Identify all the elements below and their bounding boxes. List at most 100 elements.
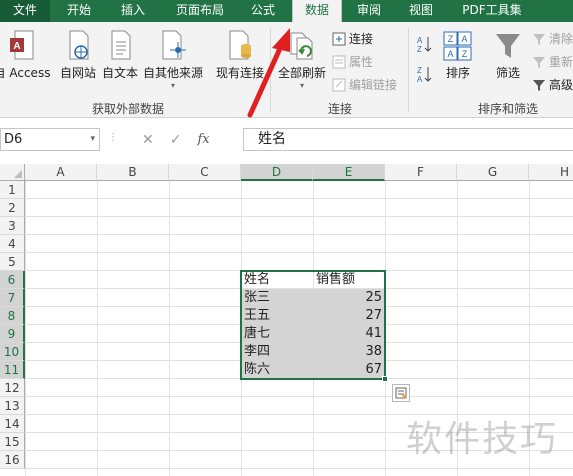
row-header-11[interactable]: 11 — [0, 361, 25, 379]
filter-label: 筛选 — [495, 66, 520, 80]
row-header-10[interactable]: 10 — [0, 343, 25, 361]
group-separator — [270, 28, 271, 112]
sort-ascending-button[interactable]: AZ — [416, 34, 432, 54]
clear-filter-button[interactable]: 清除 — [532, 30, 573, 47]
svg-text:A: A — [417, 75, 423, 84]
drag-handle-icon[interactable]: ⋮ — [108, 132, 118, 143]
formula-bar: D6 ▾ ⋮ ✕ ✓ fx 姓名 — [0, 118, 573, 164]
sort-descending-button[interactable]: ZA — [416, 64, 432, 84]
row-header-9[interactable]: 9 — [0, 325, 25, 343]
column-header-d[interactable]: D — [241, 164, 313, 181]
from-text-label: 自文本 — [101, 66, 138, 80]
tab-formulas[interactable]: 公式 — [240, 0, 286, 22]
row-header-2[interactable]: 2 — [0, 199, 25, 217]
from-other-sources-label: 自其他来源 — [142, 66, 203, 80]
column-header-h[interactable]: H — [529, 164, 573, 181]
svg-text:Z: Z — [417, 66, 422, 75]
sort-za-icon: ZA — [417, 66, 432, 84]
from-text-button[interactable]: 自文本 — [100, 30, 140, 81]
column-header-b[interactable]: B — [97, 164, 169, 181]
tab-file[interactable]: 文件 — [0, 0, 50, 22]
ribbon-tab-bar: 文件 开始 插入 页面布局 公式 数据 审阅 视图 PDF工具集 — [0, 0, 573, 23]
column-header-a[interactable]: A — [25, 164, 97, 181]
column-header-c[interactable]: C — [169, 164, 241, 181]
from-web-label: 自网站 — [59, 66, 96, 80]
advanced-filter-label: 高级 — [549, 78, 573, 92]
column-header-g[interactable]: G — [457, 164, 529, 181]
svg-text:A: A — [417, 36, 423, 45]
quick-analysis-icon — [395, 387, 407, 399]
web-page-icon — [69, 30, 89, 60]
tab-data[interactable]: 数据 — [292, 0, 342, 23]
other-sources-icon — [162, 30, 186, 60]
tab-review[interactable]: 审阅 — [346, 0, 392, 22]
row-header-13[interactable]: 13 — [0, 397, 25, 415]
tab-view[interactable]: 视图 — [398, 0, 444, 22]
access-icon: A — [10, 30, 34, 60]
sort-label: 排序 — [445, 66, 470, 80]
connections-button[interactable]: 连接 — [332, 30, 373, 47]
refresh-all-button[interactable]: 全部刷新 ▾ — [274, 30, 330, 90]
ribbon: A 自 Access 自网站 自文本 自其他来源 ▾ — [0, 22, 573, 118]
insert-function-icon[interactable]: fx — [197, 132, 209, 147]
cancel-icon[interactable]: ✕ — [142, 132, 154, 148]
watermark-text: 软件技巧 — [406, 419, 559, 460]
group-label-sort-filter: 排序和筛选 — [478, 102, 539, 116]
sort-icon: Z A A Z — [443, 31, 472, 61]
name-box[interactable]: D6 ▾ — [0, 128, 100, 151]
row-header-1[interactable]: 1 — [0, 181, 25, 199]
from-other-sources-button[interactable]: 自其他来源 ▾ — [142, 30, 204, 90]
from-web-button[interactable]: 自网站 — [58, 30, 98, 81]
tab-insert[interactable]: 插入 — [108, 0, 158, 22]
from-access-label: 自 Access — [0, 66, 51, 80]
from-access-button[interactable]: A 自 Access — [0, 30, 52, 81]
sort-button[interactable]: Z A A Z 排序 — [440, 30, 476, 81]
quick-analysis-button[interactable] — [392, 384, 410, 402]
row-header-16[interactable]: 16 — [0, 451, 25, 469]
clear-filter-icon — [533, 33, 545, 45]
existing-connections-button[interactable]: 现有连接 — [214, 30, 266, 81]
refresh-all-label: 全部刷新 — [277, 66, 326, 80]
column-header-f[interactable]: F — [385, 164, 457, 181]
svg-text:A: A — [461, 34, 467, 44]
row-header-12[interactable]: 12 — [0, 379, 25, 397]
row-header-4[interactable]: 4 — [0, 235, 25, 253]
reapply-filter-button[interactable]: 重新 — [532, 53, 573, 70]
properties-label: 属性 — [349, 55, 374, 69]
selection-border — [240, 270, 386, 380]
row-header-6[interactable]: 6 — [0, 271, 25, 289]
refresh-icon — [290, 32, 313, 60]
properties-button[interactable]: 属性 — [332, 53, 373, 70]
filter-button[interactable]: 筛选 — [490, 30, 526, 81]
edit-links-button[interactable]: 编辑链接 — [332, 76, 397, 93]
tab-pdf-tools[interactable]: PDF工具集 — [452, 0, 532, 22]
svg-text:Z: Z — [417, 45, 422, 54]
enter-icon[interactable]: ✓ — [170, 132, 182, 148]
properties-icon — [332, 55, 346, 68]
row-header-14[interactable]: 14 — [0, 415, 25, 433]
tab-page-layout[interactable]: 页面布局 — [164, 0, 236, 22]
existing-connections-label: 现有连接 — [215, 66, 264, 80]
formula-buttons: ✕ ✓ fx — [140, 128, 240, 151]
text-file-icon — [111, 30, 131, 60]
svg-text:A: A — [13, 41, 20, 52]
row-header-8[interactable]: 8 — [0, 307, 25, 325]
row-header-15[interactable]: 15 — [0, 433, 25, 451]
row-header-7[interactable]: 7 — [0, 289, 25, 307]
row-header-5[interactable]: 5 — [0, 253, 25, 271]
select-all-button[interactable] — [0, 164, 25, 181]
row-header-3[interactable]: 3 — [0, 217, 25, 235]
svg-text:Z: Z — [462, 49, 468, 59]
formula-input[interactable]: 姓名 — [243, 128, 573, 151]
reapply-filter-icon — [533, 56, 545, 68]
group-label-connections: 连接 — [328, 102, 353, 116]
funnel-icon — [496, 34, 520, 58]
group-separator — [408, 28, 409, 112]
clear-filter-label: 清除 — [549, 32, 573, 46]
advanced-filter-button[interactable]: 高级 — [532, 76, 573, 93]
fill-handle[interactable] — [382, 376, 388, 382]
chevron-down-icon[interactable]: ▾ — [90, 129, 95, 150]
column-header-e[interactable]: E — [313, 164, 385, 181]
sort-az-icon: AZ — [417, 36, 432, 54]
tab-home[interactable]: 开始 — [54, 0, 104, 22]
